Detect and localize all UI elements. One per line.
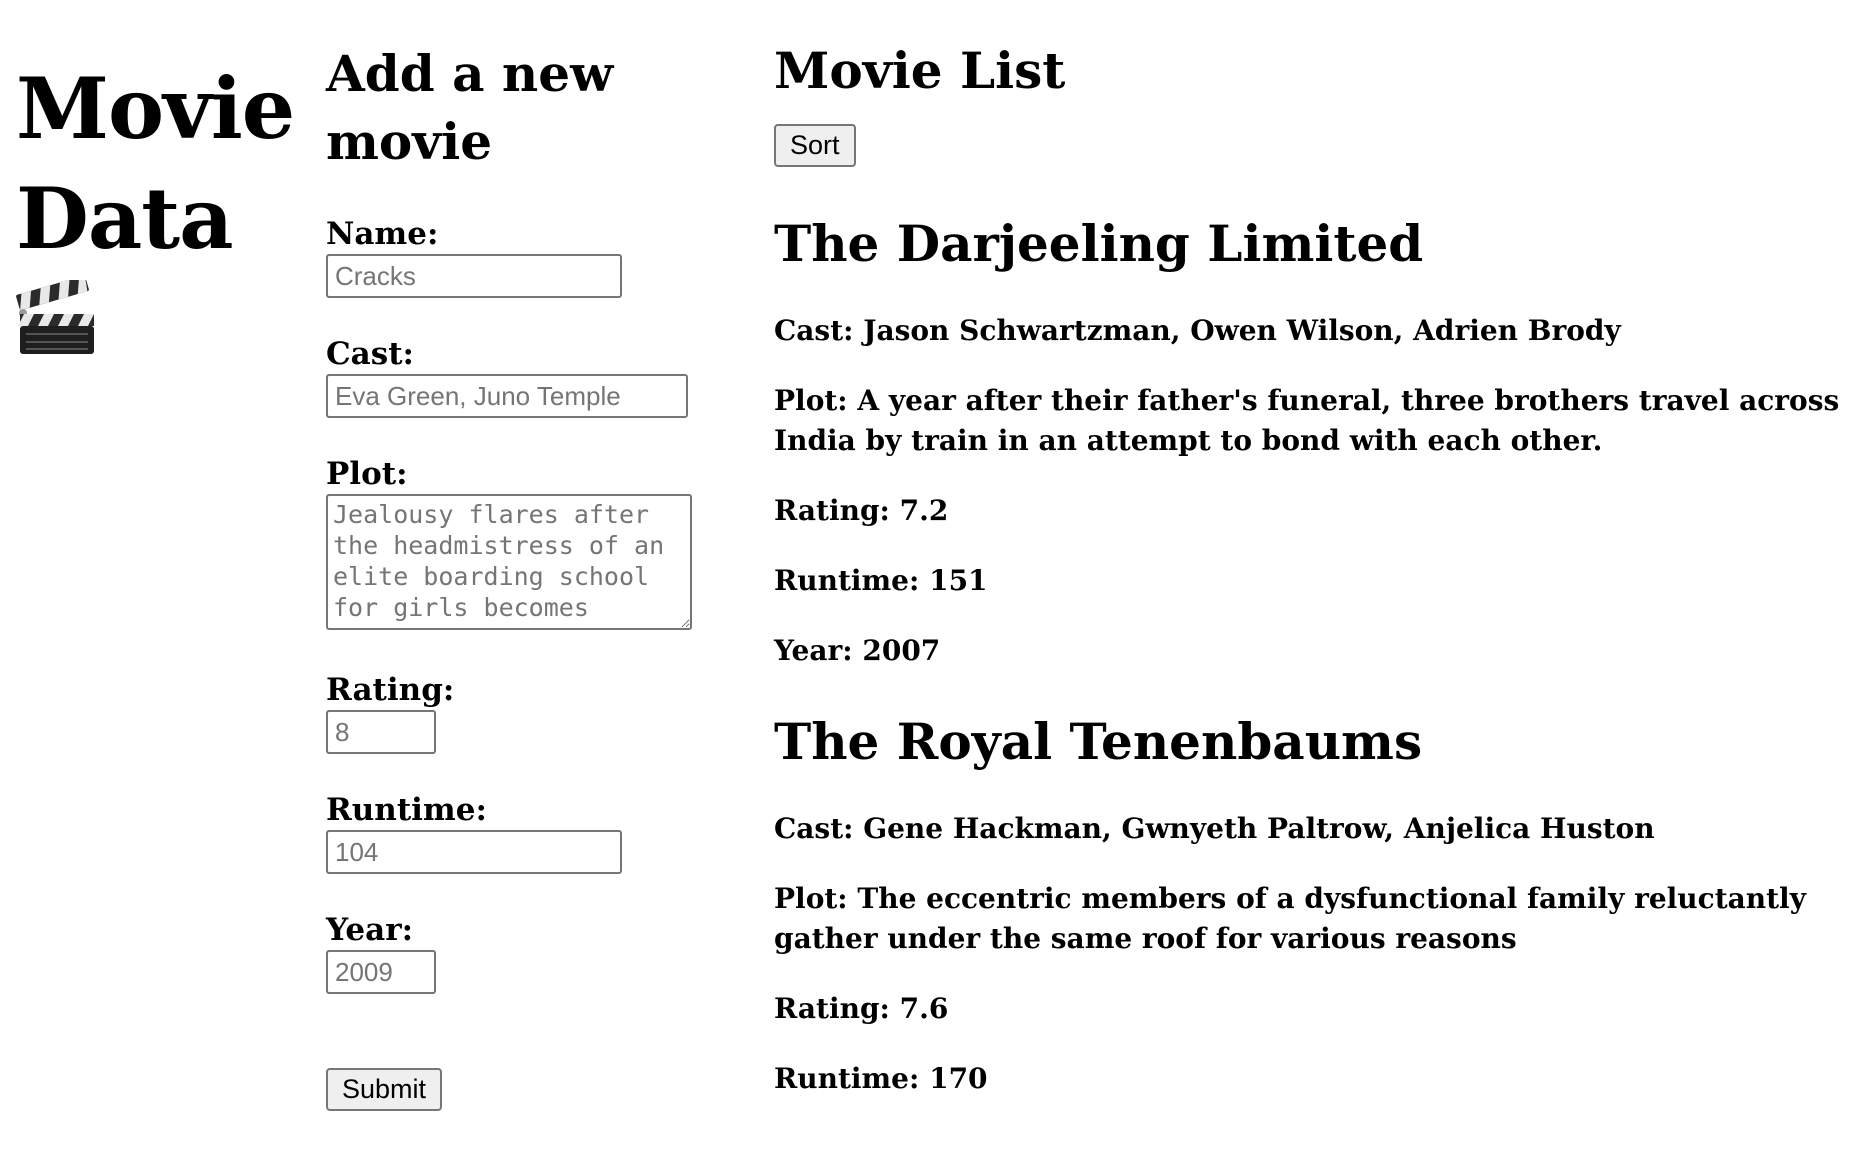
cast-input[interactable] (326, 374, 688, 418)
rating-field-group: Rating: (326, 672, 726, 754)
plot-field-group: Plot: (326, 456, 726, 634)
movie-plot: Plot: The eccentric members of a dysfunc… (774, 882, 1806, 955)
name-input[interactable] (326, 254, 622, 298)
clapperboard-icon (16, 280, 94, 354)
movie-cast: Cast: Jason Schwartzman, Owen Wilson, Ad… (774, 314, 1621, 347)
name-field-group: Name: (326, 216, 726, 298)
movie-item: The Royal Tenenbaums Cast: Gene Hackman,… (774, 711, 1854, 1099)
page-title: Movie Data (16, 54, 295, 274)
movie-year: Year: 2007 (774, 634, 941, 667)
runtime-label: Runtime: (326, 792, 487, 828)
cast-label: Cast: (326, 336, 414, 372)
movie-item: The Darjeeling Limited Cast: Jason Schwa… (774, 213, 1854, 671)
sort-button[interactable]: Sort (774, 124, 856, 167)
year-input[interactable] (326, 950, 436, 994)
plot-textarea[interactable] (326, 494, 692, 630)
brand: Movie Data (16, 54, 295, 356)
rating-label: Rating: (326, 672, 455, 708)
cast-field-group: Cast: (326, 336, 726, 418)
movie-runtime: Runtime: 151 (774, 564, 988, 597)
submit-wrap: Submit (326, 1068, 726, 1111)
movie-rating: Rating: 7.6 (774, 992, 949, 1025)
movie-runtime: Runtime: 170 (774, 1062, 988, 1095)
app-root: Movie Data Add a new movie Name: Cracks … (0, 0, 1868, 1150)
movie-title: The Royal Tenenbaums (774, 712, 1423, 771)
movie-plot: Plot: A year after their father's funera… (774, 384, 1840, 457)
name-label: Name: (326, 216, 439, 252)
sort-wrap: Sort (774, 124, 1854, 167)
form-heading: Add a new movie (326, 44, 614, 171)
rating-input[interactable] (326, 710, 436, 754)
page-title-line1: Movie (16, 59, 295, 158)
runtime-field-group: Runtime: (326, 792, 726, 874)
submit-button[interactable]: Submit (326, 1068, 443, 1111)
year-label: Year: (326, 912, 414, 948)
movie-title: The Darjeeling Limited (774, 214, 1424, 273)
page-title-line2: Data (16, 169, 234, 268)
year-field-group: Year: (326, 912, 726, 994)
movie-cast: Cast: Gene Hackman, Gwnyeth Paltrow, Anj… (774, 812, 1655, 845)
movie-list-section: Movie List Sort The Darjeeling Limited C… (774, 40, 1854, 1139)
add-movie-form: Add a new movie Name: Cast: Plot: Rating… (326, 40, 726, 1111)
runtime-input[interactable] (326, 830, 622, 874)
plot-label: Plot: (326, 456, 408, 492)
movie-list-heading: Movie List (774, 41, 1066, 100)
movie-rating: Rating: 7.2 (774, 494, 949, 527)
